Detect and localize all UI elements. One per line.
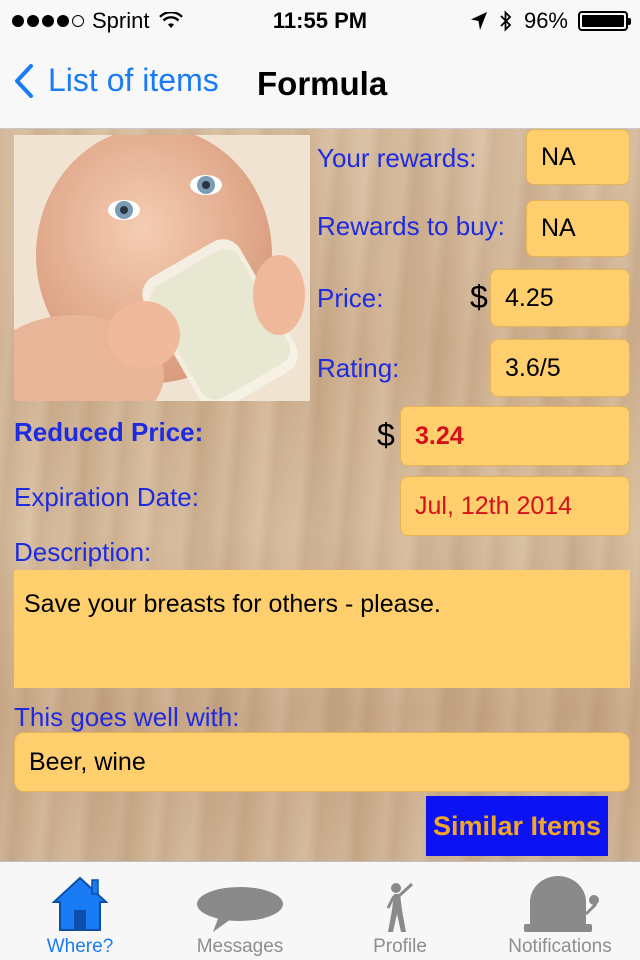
tab-notifications-label: Notifications <box>508 936 612 957</box>
your-rewards-value: NA <box>526 129 630 185</box>
similar-items-button[interactable]: Similar Items <box>426 796 608 856</box>
rewards-to-buy-label: Rewards to buy: <box>317 211 505 241</box>
reduced-price-currency: $ <box>377 417 395 453</box>
price-label: Price: <box>317 283 384 313</box>
item-detail-content: Your rewards: NA Rewards to buy: NA Pric… <box>0 129 640 861</box>
your-rewards-label: Your rewards: <box>317 143 477 173</box>
goes-well-with-field[interactable]: Beer, wine <box>14 732 630 792</box>
bluetooth-icon <box>500 10 512 32</box>
status-bar: Sprint 11:55 PM 96% <box>0 0 640 40</box>
person-icon <box>320 868 480 934</box>
reduced-price-label: Reduced Price: <box>14 417 204 447</box>
price-currency: $ <box>470 279 488 315</box>
back-button[interactable]: List of items <box>14 62 219 99</box>
rewards-to-buy-value: NA <box>526 200 630 257</box>
tab-where-label: Where? <box>46 936 114 957</box>
status-right: 96% <box>470 8 631 34</box>
speech-bubble-icon <box>160 868 320 934</box>
back-button-label: List of items <box>48 62 219 98</box>
description-label: Description: <box>14 537 152 567</box>
baby-drinking-bottle-image <box>14 135 310 401</box>
tab-messages-label: Messages <box>196 936 284 957</box>
battery-percent: 96% <box>523 8 568 33</box>
bell-icon <box>480 868 640 934</box>
goes-well-with-label: This goes well with: <box>14 702 240 732</box>
expiration-date-label: Expiration Date: <box>14 482 199 512</box>
page-title: Formula <box>257 65 388 102</box>
tab-profile[interactable]: Profile <box>320 862 480 960</box>
house-icon <box>0 868 160 934</box>
rating-value: 3.6/5 <box>490 339 630 397</box>
item-photo <box>14 135 310 401</box>
battery-icon <box>578 11 631 31</box>
description-field[interactable]: Save your breasts for others - please. <box>14 570 630 688</box>
tab-profile-label: Profile <box>373 936 427 957</box>
tab-bar: Where? Messages Profile Notifications <box>0 861 640 960</box>
navigation-bar: List of items Formula <box>0 40 640 129</box>
rating-label: Rating: <box>317 353 400 383</box>
reduced-price-value: 3.24 <box>400 406 630 466</box>
expiration-date-value: Jul, 12th 2014 <box>400 476 630 536</box>
tab-notifications[interactable]: Notifications <box>480 862 640 960</box>
tab-messages[interactable]: Messages <box>160 862 320 960</box>
price-value: 4.25 <box>490 269 630 327</box>
location-arrow-icon <box>470 12 487 30</box>
tab-where[interactable]: Where? <box>0 862 160 960</box>
chevron-left-icon <box>15 63 33 98</box>
